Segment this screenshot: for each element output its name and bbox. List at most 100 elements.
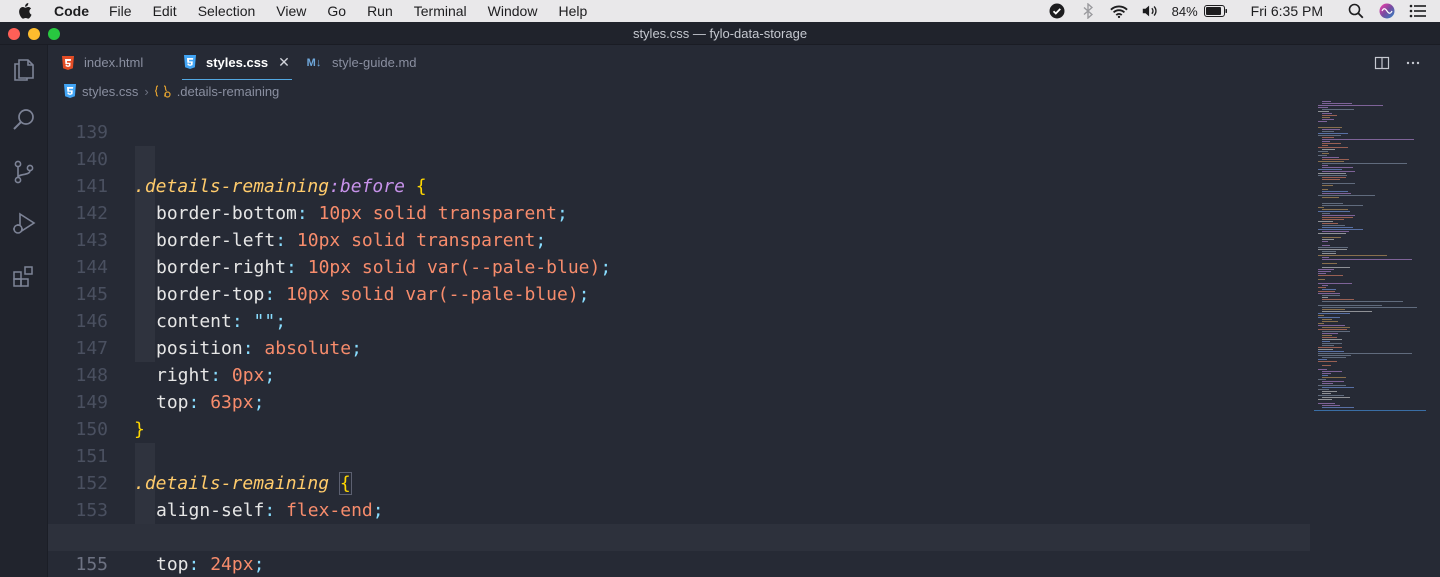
- menu-view[interactable]: View: [276, 3, 306, 19]
- code-line: 149 }: [48, 362, 1310, 440]
- code-line-current: 155 }: [48, 524, 1310, 575]
- minimap-line: [1322, 397, 1350, 398]
- minimap-line: [1322, 209, 1348, 210]
- minimap-line: [1322, 295, 1340, 296]
- minimap-line: [1322, 241, 1328, 242]
- more-actions-icon[interactable]: [1404, 54, 1422, 72]
- minimap-line: [1318, 173, 1346, 174]
- notification-center-icon[interactable]: [1409, 2, 1427, 20]
- minimap-line: [1318, 249, 1347, 250]
- explorer-icon[interactable]: [11, 57, 37, 83]
- minimap-line: [1318, 389, 1329, 390]
- tab-index-html[interactable]: index.html: [60, 45, 143, 80]
- minimap-line: [1318, 283, 1352, 284]
- code-editor[interactable]: 139 140 .details-remaining:before { 141 …: [48, 101, 1314, 577]
- extensions-icon[interactable]: [11, 263, 37, 289]
- checkmark-badge-icon[interactable]: [1048, 2, 1066, 20]
- minimap-line: [1322, 373, 1331, 374]
- minimap-line: [1318, 269, 1334, 270]
- minimap-line: [1322, 381, 1344, 382]
- minimap-line: [1322, 335, 1332, 336]
- breadcrumb-symbol[interactable]: .details-remaining: [177, 84, 280, 99]
- minimap-line: [1322, 165, 1328, 166]
- menu-selection[interactable]: Selection: [198, 3, 256, 19]
- minimap-line: [1318, 287, 1326, 288]
- semicolon: ;: [253, 554, 265, 575]
- minimap-line: [1318, 291, 1335, 292]
- minimap-line: [1318, 317, 1340, 318]
- minimap-line: [1318, 161, 1344, 162]
- breadcrumb-file[interactable]: styles.css: [82, 84, 138, 99]
- minimap-line: [1322, 171, 1355, 172]
- minimap-line: [1318, 347, 1342, 348]
- menu-app-name[interactable]: Code: [54, 3, 89, 19]
- minimap-line: [1322, 343, 1342, 344]
- source-control-icon[interactable]: [11, 159, 37, 185]
- minimap-line: [1318, 293, 1340, 294]
- minimap-line: [1318, 275, 1343, 276]
- minimap[interactable]: [1314, 101, 1428, 413]
- minimap-line: [1322, 393, 1331, 394]
- minimap-line: [1322, 321, 1338, 322]
- minimap-line: [1322, 289, 1336, 290]
- minimap-line: [1322, 371, 1342, 372]
- minimap-slider-edge: [1314, 410, 1426, 411]
- minimap-line: [1322, 263, 1337, 264]
- code-text: top: 24px;: [156, 551, 264, 577]
- minimap-line: [1322, 215, 1355, 216]
- minimap-line: [1322, 179, 1340, 180]
- minimap-line: [1322, 119, 1334, 120]
- minimap-line: [1322, 149, 1335, 150]
- minimap-line: [1322, 319, 1332, 320]
- code-line: 144 border-top: 10px solid var(--pale-bl…: [48, 227, 1310, 305]
- spotlight-search-icon[interactable]: [1347, 2, 1365, 20]
- minimap-line: [1322, 407, 1354, 408]
- minimap-line: [1318, 351, 1344, 352]
- minimap-line: [1318, 349, 1333, 350]
- minimap-line: [1322, 331, 1350, 332]
- minimap-line: [1318, 379, 1326, 380]
- minimap-line: [1322, 141, 1330, 142]
- minimap-line: [1318, 221, 1333, 222]
- code-line: 139: [48, 101, 1310, 143]
- menu-window[interactable]: Window: [488, 3, 538, 19]
- css-value: 24px: [210, 554, 254, 575]
- search-icon[interactable]: [11, 107, 37, 133]
- minimap-line: [1322, 309, 1345, 310]
- close-tab-icon[interactable]: ✕: [278, 54, 290, 71]
- menu-file[interactable]: File: [109, 3, 132, 19]
- tab-style-guide-md[interactable]: M↓ style-guide.md: [304, 45, 417, 80]
- menu-help[interactable]: Help: [558, 3, 587, 19]
- minimap-line: [1318, 359, 1327, 360]
- minimap-line: [1318, 315, 1324, 316]
- menu-edit[interactable]: Edit: [153, 3, 177, 19]
- menu-run[interactable]: Run: [367, 3, 393, 19]
- tab-styles-css[interactable]: styles.css ✕: [182, 45, 292, 80]
- menu-bar-clock[interactable]: Fri 6:35 PM: [1251, 3, 1323, 19]
- menu-terminal[interactable]: Terminal: [414, 3, 467, 19]
- menu-go[interactable]: Go: [327, 3, 346, 19]
- minimap-line: [1322, 285, 1328, 286]
- siri-icon[interactable]: [1378, 2, 1396, 20]
- wifi-icon[interactable]: [1109, 2, 1128, 20]
- minimap-line: [1322, 267, 1350, 268]
- code-line: 153 right: 24px;: [48, 470, 1310, 548]
- run-debug-icon[interactable]: [11, 211, 37, 237]
- minimap-line: [1322, 307, 1417, 308]
- minimap-line: [1318, 155, 1327, 156]
- minimap-line: [1322, 375, 1328, 376]
- bluetooth-icon[interactable]: [1079, 2, 1097, 20]
- volume-icon[interactable]: [1141, 2, 1159, 20]
- line-number: 155: [75, 554, 108, 575]
- minimap-line: [1322, 189, 1328, 190]
- minimap-line: [1318, 195, 1375, 196]
- minimap-line: [1322, 217, 1353, 218]
- apple-menu-icon[interactable]: [18, 3, 38, 19]
- html5-icon: [60, 55, 76, 71]
- split-editor-icon[interactable]: [1373, 54, 1391, 72]
- code-line: 154 top: 24px;: [48, 497, 1310, 575]
- minimap-line: [1318, 151, 1328, 152]
- minimap-line: [1318, 247, 1348, 248]
- battery-icon[interactable]: [1203, 2, 1228, 20]
- code-line: 140 .details-remaining:before {: [48, 119, 1310, 197]
